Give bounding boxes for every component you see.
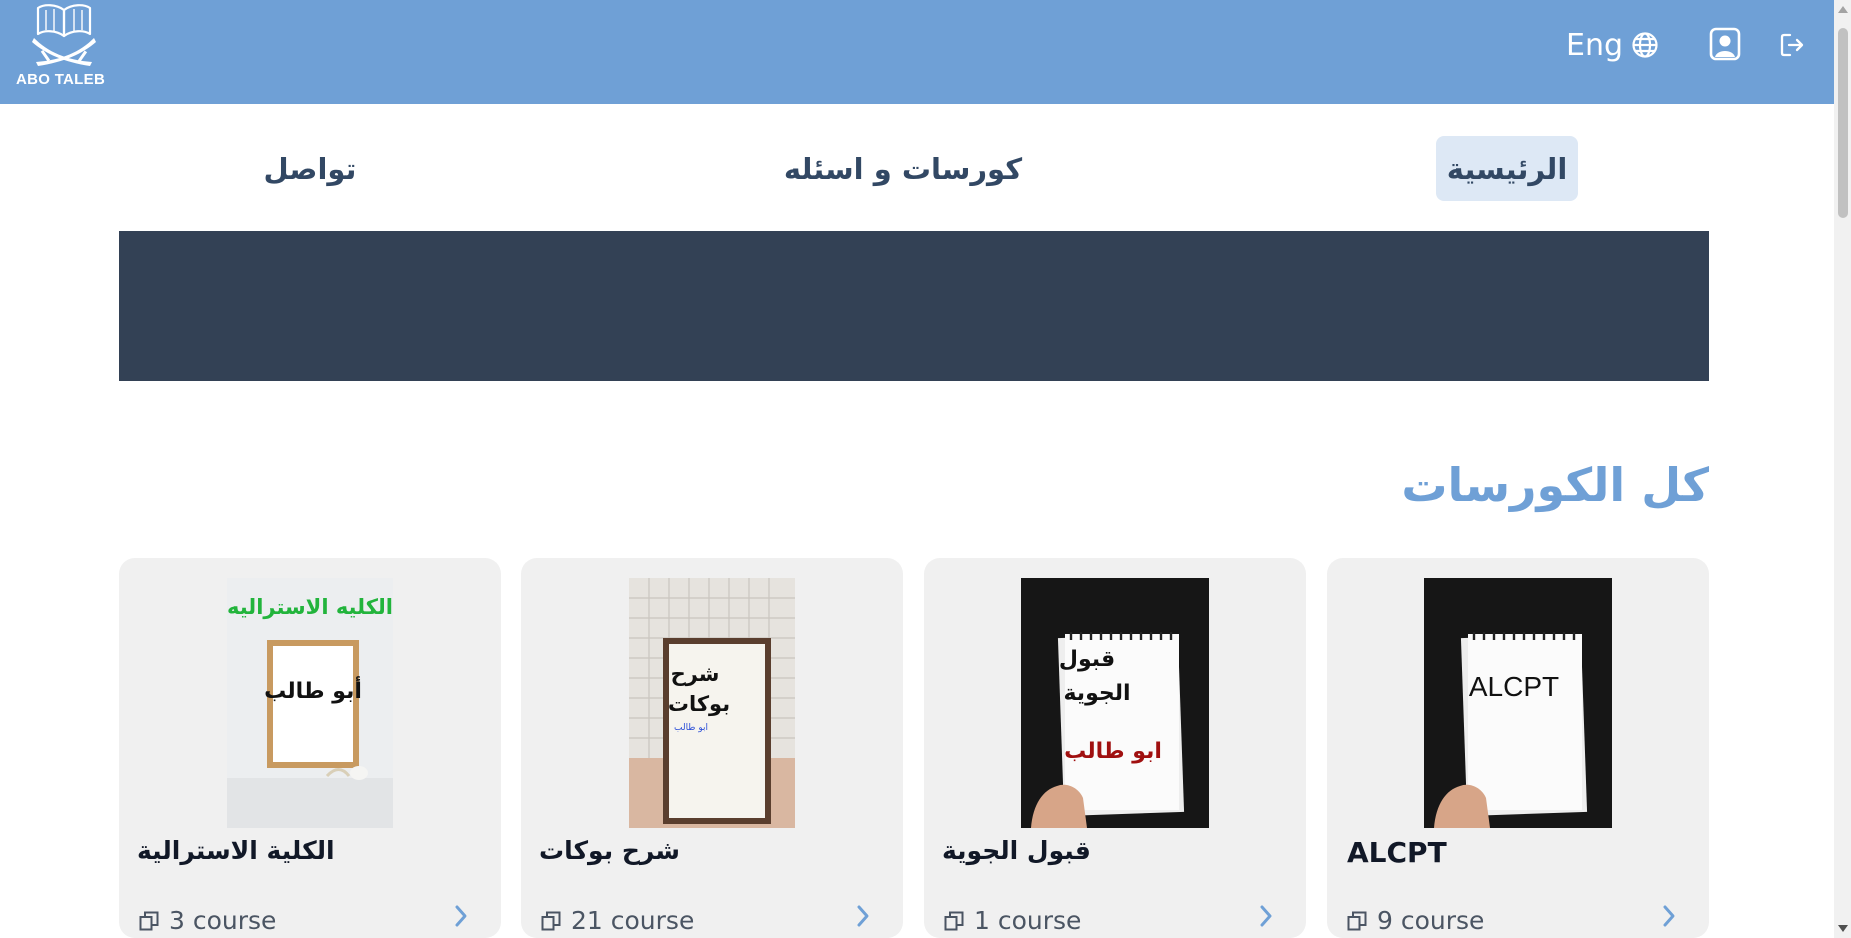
thumb-caption: الكليه الاستراليه <box>227 595 393 619</box>
thumb-text: أبو طالب <box>264 675 362 704</box>
course-card-alcpt[interactable]: ALCPT ALCPT 9 course <box>1327 558 1709 938</box>
thumb-text-1: قبول <box>1059 647 1115 672</box>
globe-icon <box>1632 32 1658 58</box>
copy-stack-icon <box>139 911 159 930</box>
page-scrollbar[interactable] <box>1834 0 1851 938</box>
thumb-text: ALCPT <box>1469 671 1559 702</box>
copy-stack-icon <box>541 911 561 930</box>
course-title: شرح بوكات <box>539 836 680 865</box>
course-title: قبول الجوية <box>942 836 1091 865</box>
scroll-up-arrow-icon[interactable] <box>1838 6 1848 13</box>
copy-stack-icon <box>1347 911 1367 930</box>
thumb-text-3: ابو طالب <box>1064 739 1162 764</box>
course-thumbnail: ALCPT <box>1424 578 1612 828</box>
user-square-icon <box>1709 27 1741 61</box>
nav-contact[interactable]: تواصل <box>250 136 370 201</box>
course-count-label: 21 course <box>571 906 695 935</box>
course-count: 1 course <box>944 906 1081 935</box>
course-count-label: 1 course <box>974 906 1082 935</box>
hero-banner <box>119 231 1709 381</box>
all-courses-title: كل الكورسات <box>1401 458 1709 512</box>
thumb-text-1: شرح <box>671 662 720 686</box>
logout-icon <box>1780 33 1804 57</box>
site-logo[interactable]: ABO TALEB <box>14 0 114 90</box>
course-count-label: 3 course <box>169 906 277 935</box>
logout-button[interactable] <box>1779 32 1805 62</box>
thumb-text-2: بوكات <box>668 692 730 716</box>
course-count: 9 course <box>1347 906 1484 935</box>
language-switcher[interactable]: Eng <box>1566 26 1659 64</box>
thumb-text-2: الجوية <box>1063 681 1130 706</box>
course-thumbnail: قبول الجوية ابو طالب <box>1021 578 1209 828</box>
course-count: 21 course <box>541 906 694 935</box>
course-card-australian-college[interactable]: الكليه الاستراليه أبو طالب الكلية الاستر… <box>119 558 501 938</box>
course-thumbnail: شرح بوكات ابو طالب <box>629 578 795 828</box>
copy-stack-icon <box>944 911 964 930</box>
profile-button[interactable] <box>1709 26 1741 66</box>
chevron-right-icon[interactable] <box>851 902 875 930</box>
course-title: الكلية الاسترالية <box>137 836 335 865</box>
nav-home[interactable]: الرئيسية <box>1436 136 1578 201</box>
logo-text: ABO TALEB <box>16 71 106 88</box>
course-title: ALCPT <box>1347 836 1447 869</box>
course-card-books-explanation[interactable]: شرح بوكات ابو طالب شرح بوكات 21 course <box>521 558 903 938</box>
language-label: Eng <box>1566 27 1624 63</box>
chevron-right-icon[interactable] <box>1254 902 1278 930</box>
chevron-right-icon[interactable] <box>449 902 473 930</box>
scrollbar-thumb[interactable] <box>1838 28 1848 218</box>
course-card-air-force-admission[interactable]: قبول الجوية ابو طالب قبول الجوية 1 cours… <box>924 558 1306 938</box>
chevron-right-icon[interactable] <box>1657 902 1681 930</box>
scroll-down-arrow-icon[interactable] <box>1838 925 1848 932</box>
thumb-text-3: ابو طالب <box>674 723 708 733</box>
course-count-label: 9 course <box>1377 906 1485 935</box>
nav-courses-questions[interactable]: كورسات و اسئله <box>780 136 1026 201</box>
book-swords-logo-icon <box>32 4 96 66</box>
course-count: 3 course <box>139 906 276 935</box>
course-thumbnail: الكليه الاستراليه أبو طالب <box>227 578 393 828</box>
top-header: ABO TALEB Eng <box>0 0 1834 104</box>
